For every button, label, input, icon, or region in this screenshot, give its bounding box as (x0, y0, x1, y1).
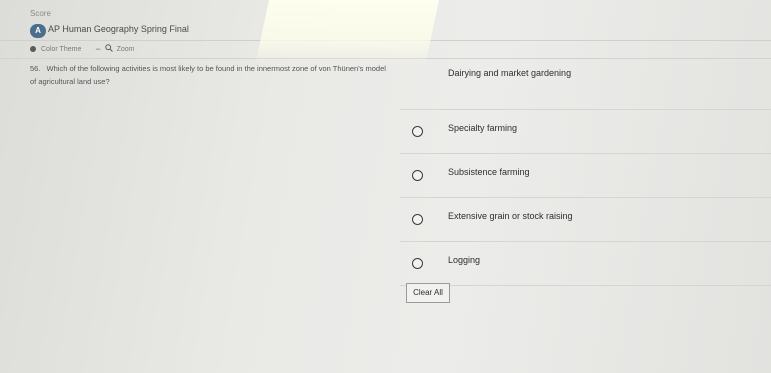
choice-label: Specialty farming (448, 123, 518, 133)
zoom-control[interactable]: − Zoom (95, 44, 134, 54)
answer-choice[interactable]: Dairying and market gardening (400, 66, 771, 110)
app-logo: A (30, 24, 46, 38)
choice-label: Extensive grain or stock raising (448, 211, 573, 221)
score-hint: Score (30, 9, 51, 18)
question-number: 56. (30, 64, 41, 73)
question-text: Which of the following activities is mos… (30, 64, 386, 86)
palette-dot-icon (30, 46, 36, 52)
header-divider (0, 58, 771, 59)
color-theme-button[interactable]: Color Theme (30, 46, 81, 53)
answer-choice[interactable]: Subsistence farming (400, 154, 771, 198)
answer-choice[interactable]: Logging (400, 242, 771, 286)
magnifier-icon (104, 44, 113, 52)
choice-label: Subsistence farming (448, 167, 530, 177)
zoom-label: Zoom (116, 45, 135, 53)
zoom-in-icon[interactable] (104, 44, 113, 54)
radio-empty-icon[interactable] (412, 170, 423, 181)
answer-choice[interactable]: Extensive grain or stock raising (400, 198, 771, 242)
radio-empty-icon[interactable] (412, 214, 423, 225)
answer-choices: Dairying and market gardening Specialty … (400, 66, 771, 286)
toolbar: Color Theme − Zoom (30, 42, 149, 56)
test-title: AP Human Geography Spring Final (48, 24, 189, 34)
zoom-out-icon[interactable]: − (95, 44, 100, 54)
color-theme-label: Color Theme (41, 45, 82, 53)
choice-label: Logging (448, 255, 481, 265)
choice-label: Dairying and market gardening (448, 68, 572, 78)
answer-choice[interactable]: Specialty farming (400, 110, 771, 154)
question-stem: 56. Which of the following activities is… (30, 62, 390, 88)
clear-all-button[interactable]: Clear All (406, 283, 450, 303)
radio-empty-icon[interactable] (412, 126, 423, 137)
test-page: Score A AP Human Geography Spring Final … (0, 0, 771, 373)
radio-empty-icon[interactable] (412, 258, 423, 269)
